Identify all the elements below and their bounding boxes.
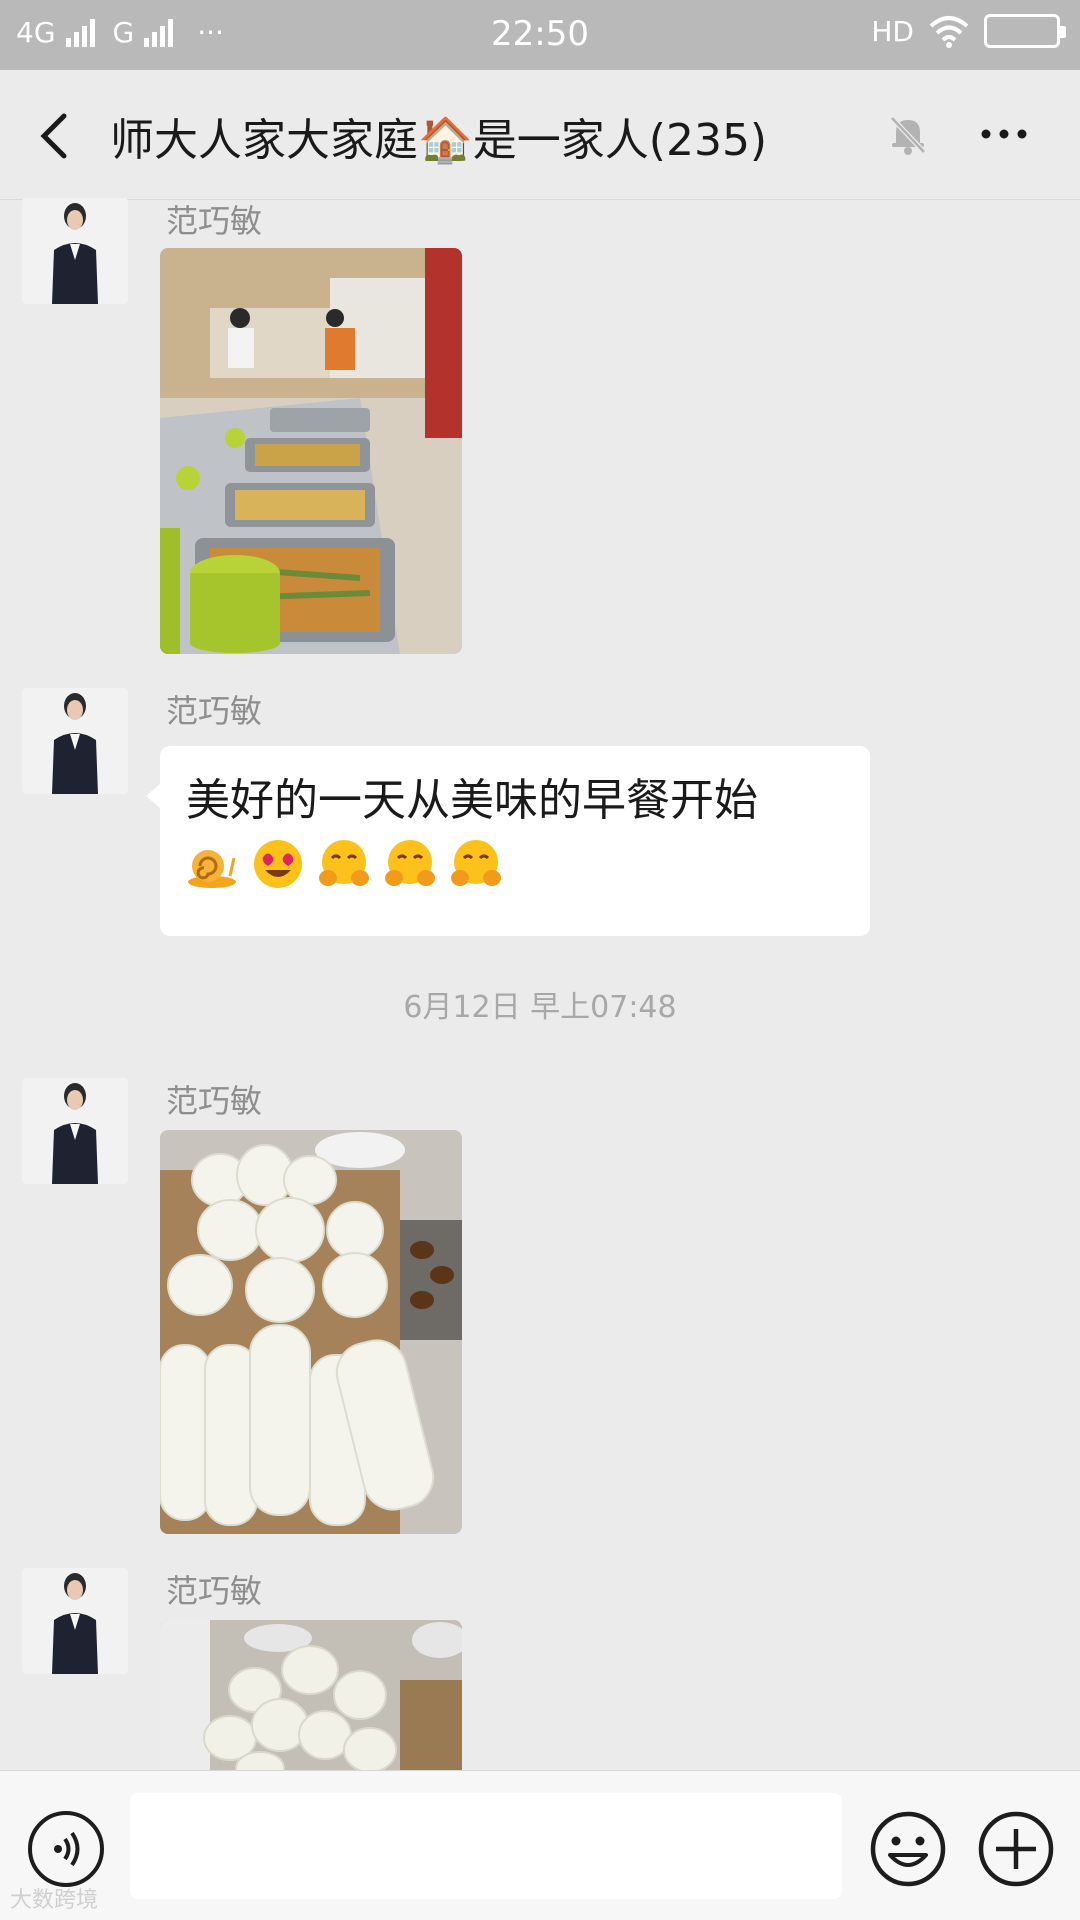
text-bubble[interactable]: 美好的一天从美味的早餐开始 [146,746,870,936]
hugging-emoji-icon [319,840,369,886]
hugging-emoji-icon [451,840,501,886]
avatar[interactable] [22,198,128,304]
sender-name: 范巧敏 [166,202,263,240]
sender-name: 范巧敏 [166,1082,263,1120]
avatar-photo [22,1568,128,1674]
status-bar: 4G G ··· 22:50 HD [0,0,1080,70]
wifi-icon [929,16,969,48]
chat-title: 师大人家大家庭🏠是一家人(235) [110,115,768,166]
emoji-row [186,838,844,890]
plus-icon[interactable] [976,1809,1056,1889]
battery-icon [984,14,1066,48]
status-right: HD [871,14,1066,48]
mute-bell-icon [890,116,926,155]
sender-name: 范巧敏 [166,692,263,730]
avatar-photo [22,1078,128,1184]
watermark: 大数跨境 [10,1888,99,1913]
avatar-photo [22,198,128,304]
avatar[interactable] [22,1078,128,1184]
back-icon[interactable] [30,108,80,164]
snail-emoji-icon [188,850,236,888]
message-input[interactable] [130,1793,842,1899]
chat-header: 师大人家大家庭🏠是一家人(235) [0,70,1080,200]
timestamp: 6月12日 早上07:48 [403,990,677,1025]
hd-label: HD [871,14,914,48]
more-icon[interactable] [976,110,1032,158]
emoji-icon[interactable] [868,1809,948,1889]
hugging-emoji-icon [385,840,435,886]
avatar-photo [22,688,128,794]
avatar[interactable] [22,1568,128,1674]
voice-icon[interactable] [28,1811,104,1887]
avatar[interactable] [22,688,128,794]
input-bar [0,1770,1080,1920]
sender-name: 范巧敏 [166,1572,263,1610]
heart-eyes-emoji-icon [254,840,302,888]
message-text: 美好的一天从美味的早餐开始 [186,775,758,826]
buffet-photo[interactable] [160,248,462,654]
steamed-buns-photo[interactable] [160,1130,462,1534]
baozi-tray-photo[interactable] [160,1620,462,1770]
